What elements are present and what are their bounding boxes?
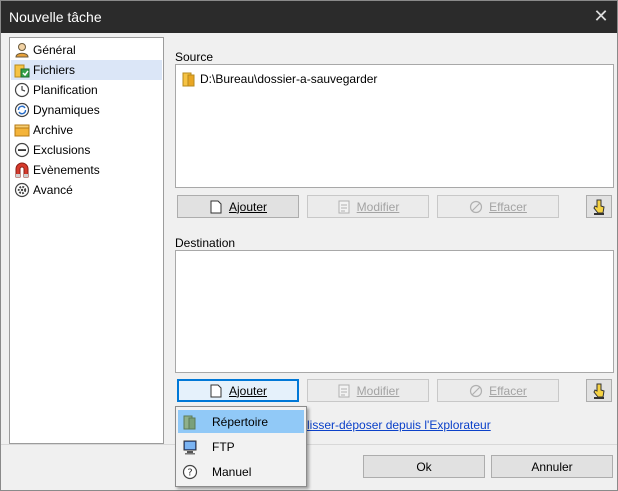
sidebar: Général Fichiers Planification Dynamique… bbox=[9, 37, 164, 444]
source-add-label: Ajouter bbox=[228, 199, 268, 214]
source-label: Source bbox=[175, 50, 214, 64]
source-path: D:\Bureau\dossier-a-sauvegarder bbox=[200, 72, 378, 86]
gear-icon bbox=[14, 182, 30, 198]
edit-document-icon bbox=[338, 384, 350, 397]
close-icon[interactable]: ✕ bbox=[589, 5, 613, 29]
sidebar-item-exclusions[interactable]: Exclusions bbox=[11, 140, 162, 160]
destination-modify-label: Modifier bbox=[356, 383, 400, 398]
folder-icon bbox=[183, 415, 196, 429]
destination-delete-label: Effacer bbox=[489, 383, 527, 398]
source-list[interactable]: D:\Bureau\dossier-a-sauvegarder bbox=[175, 64, 614, 188]
menu-item-manuel[interactable]: ? Manuel bbox=[178, 460, 304, 483]
user-icon bbox=[15, 43, 29, 58]
add-destination-menu: Répertoire FTP ? Manuel bbox=[175, 406, 307, 487]
no-entry-icon bbox=[469, 384, 483, 397]
sidebar-item-archive[interactable]: Archive bbox=[11, 120, 162, 140]
source-modify-label: Modifier bbox=[356, 199, 400, 214]
sidebar-item-dynamiques[interactable]: Dynamiques bbox=[11, 100, 162, 120]
hand-pointer-icon bbox=[593, 199, 605, 215]
destination-add-label: Ajouter bbox=[228, 383, 268, 398]
task-dialog: Nouvelle tâche ✕ Général Fichiers Planif… bbox=[0, 0, 618, 491]
help-icon: ? bbox=[182, 464, 198, 479]
sidebar-item-planification[interactable]: Planification bbox=[11, 80, 162, 100]
menu-item-repertoire[interactable]: Répertoire bbox=[178, 410, 304, 433]
source-pick-button[interactable] bbox=[586, 195, 612, 218]
destination-modify-button[interactable]: Modifier bbox=[307, 379, 429, 402]
clock-icon bbox=[14, 82, 30, 98]
new-document-icon bbox=[210, 384, 222, 397]
title-bar[interactable]: Nouvelle tâche ✕ bbox=[1, 1, 617, 33]
list-item[interactable]: D:\Bureau\dossier-a-sauvegarder bbox=[182, 71, 377, 87]
edit-document-icon bbox=[338, 200, 350, 213]
magnet-icon bbox=[15, 162, 29, 178]
source-delete-button[interactable]: Effacer bbox=[437, 195, 559, 218]
destination-delete-button[interactable]: Effacer bbox=[437, 379, 559, 402]
folder-icon bbox=[182, 72, 195, 87]
cancel-label: Annuler bbox=[531, 459, 573, 474]
drag-drop-link[interactable]: lisser-déposer depuis l'Explorateur bbox=[307, 418, 491, 432]
sidebar-item-avance[interactable]: Avancé bbox=[11, 180, 162, 200]
window-title: Nouvelle tâche bbox=[9, 9, 102, 25]
menu-item-ftp[interactable]: FTP bbox=[178, 435, 304, 458]
minus-circle-icon bbox=[14, 142, 30, 158]
destination-pick-button[interactable] bbox=[586, 379, 612, 402]
archive-icon bbox=[14, 124, 30, 137]
destination-add-button[interactable]: Ajouter bbox=[177, 379, 299, 402]
source-add-button[interactable]: Ajouter bbox=[177, 195, 299, 218]
sidebar-item-fichiers[interactable]: Fichiers bbox=[11, 60, 162, 80]
destination-label: Destination bbox=[175, 236, 236, 250]
source-delete-label: Effacer bbox=[489, 199, 527, 214]
sidebar-item-general[interactable]: Général bbox=[11, 40, 162, 60]
no-entry-icon bbox=[469, 200, 483, 213]
folder-files-icon bbox=[14, 64, 30, 78]
svg-text:?: ? bbox=[187, 467, 192, 478]
source-modify-button[interactable]: Modifier bbox=[307, 195, 429, 218]
cancel-button[interactable]: Annuler bbox=[491, 455, 613, 478]
sidebar-item-evenements[interactable]: Evènements bbox=[11, 160, 162, 180]
hand-pointer-icon bbox=[593, 383, 605, 399]
ok-label: Ok bbox=[416, 459, 432, 474]
ok-button[interactable]: Ok bbox=[363, 455, 485, 478]
footer-divider bbox=[1, 444, 617, 445]
sync-icon bbox=[14, 102, 30, 118]
ftp-computer-icon bbox=[183, 440, 197, 454]
destination-list[interactable] bbox=[175, 250, 614, 373]
new-document-icon bbox=[210, 200, 222, 213]
